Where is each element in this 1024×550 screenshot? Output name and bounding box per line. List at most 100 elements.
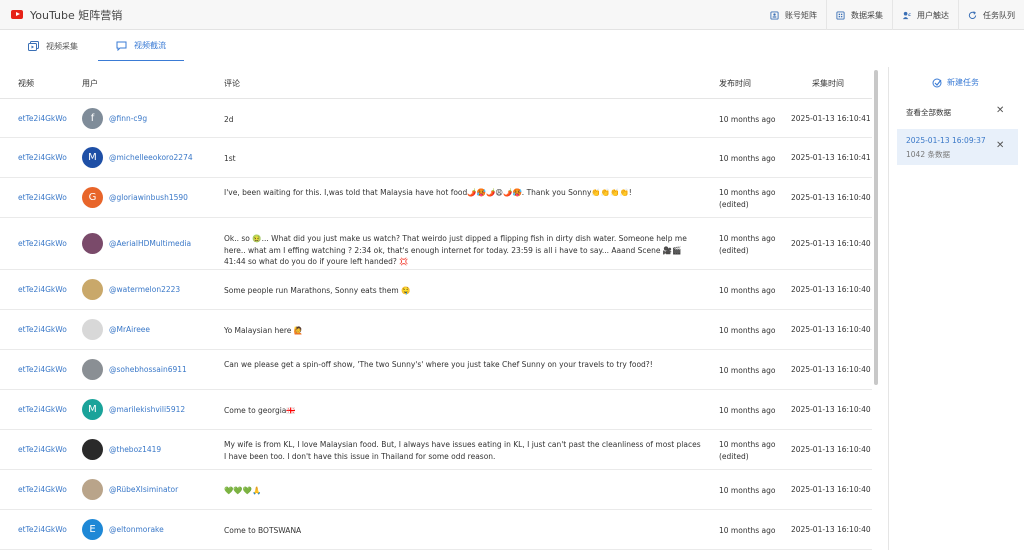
video-id-link[interactable]: etTe2i4GkWo [18,325,67,334]
collected-time: 2025-01-13 16:10:40 [791,239,871,248]
video-id-link[interactable]: etTe2i4GkWo [18,239,67,248]
username-link[interactable]: @eltonmorake [109,525,164,534]
comment-text: Can we please get a spin-off show, 'The … [224,360,653,369]
chat-bubble-icon [116,41,127,51]
collected-time: 2025-01-13 16:10:40 [791,365,871,374]
comment-text: 1st [224,154,236,163]
video-id-link[interactable]: etTe2i4GkWo [18,525,67,534]
video-id-link[interactable]: etTe2i4GkWo [18,445,67,454]
published-text: 10 months ago [719,115,776,124]
avatar [82,279,103,300]
avatar [82,359,103,380]
username-link[interactable]: @finn-c9g [109,114,147,123]
comment-text: I've, been waiting for this. I,was told … [224,188,632,197]
close-icon[interactable]: ✕ [996,105,1004,116]
username-link[interactable]: @theboz1419 [109,445,161,454]
new-task-button[interactable]: 新建任务 [932,77,979,88]
avatar: f [82,108,103,129]
close-icon[interactable]: ✕ [996,140,1004,151]
video-id-link[interactable]: etTe2i4GkWo [18,153,67,162]
table-row[interactable]: etTe2i4GkWo @theboz1419 My wife is from KL… [0,430,872,470]
avatar: G [82,187,103,208]
username-link[interactable]: @gloriawinbush1590 [109,193,188,202]
avatar [82,439,103,460]
table-scrollbar[interactable] [874,70,878,385]
data-collect-icon [836,10,845,20]
collected-time: 2025-01-13 16:10:40 [791,525,871,534]
published-text: 10 months ago [719,326,776,335]
published-time: 10 months ago (edited) [719,233,776,256]
published-text: 10 months ago [719,286,776,295]
video-id-link[interactable]: etTe2i4GkWo [18,285,67,294]
avatar: M [82,399,103,420]
table-row[interactable]: etTe2i4GkWo M @michelleeokoro2274 1st 10 mon… [0,138,872,178]
avatar [82,233,103,254]
username-link[interactable]: @michelleeokoro2274 [109,153,193,162]
username-link[interactable]: @sohebhossain6911 [109,365,187,374]
table-row[interactable]: etTe2i4GkWo @sohebhossain6911 Can we pleas… [0,350,872,390]
published-text: 10 months ago [719,234,776,243]
task-date: 2025-01-13 16:09:37 [906,136,986,145]
collected-time: 2025-01-13 16:10:40 [791,285,871,294]
video-id-link[interactable]: etTe2i4GkWo [18,405,67,414]
header-collected: 采集时间 [812,79,844,88]
table-row[interactable]: etTe2i4GkWo @watermelon2223 Some people ru… [0,270,872,310]
username-link[interactable]: @RübeXIsiminator [109,485,178,494]
edited-label: (edited) [719,199,749,209]
nav-label: 用户触达 [917,10,949,20]
tab-video-collect[interactable]: 视频采集 [28,31,98,61]
video-id-link[interactable]: etTe2i4GkWo [18,114,67,123]
nav-account-matrix[interactable]: 账号矩阵 [761,0,826,30]
table-row[interactable]: etTe2i4GkWo f @finn-c9g 2d 10 months ago 2025… [0,99,872,138]
tab-label: 视频采集 [46,41,78,51]
task-item[interactable]: 2025-01-13 16:09:37 1042 条数据 ✕ [897,129,1018,165]
table-row[interactable]: etTe2i4GkWo M @marilekishvili5912 Come to g… [0,390,872,430]
app-logo: YouTube 矩阵营销 [11,7,122,23]
table-row[interactable]: etTe2i4GkWo @MrAireee Yo Malaysian here 🙋 1… [0,310,872,350]
task-count: 1042 条数据 [906,150,950,159]
video-id-link[interactable]: etTe2i4GkWo [18,365,67,374]
avatar-letter: M [88,404,97,415]
nav-user-reach[interactable]: 用户触达 [892,0,958,30]
table-row[interactable]: etTe2i4GkWo @RübeXIsiminator 💚💚💚🙏 10 months… [0,470,872,510]
new-task-label: 新建任务 [947,78,979,87]
video-id-link[interactable]: etTe2i4GkWo [18,193,67,202]
username-link[interactable]: @watermelon2223 [109,285,180,294]
tab-bar: 视频采集 视频截流 [0,31,888,61]
top-bar: YouTube 矩阵营销 账号矩阵 数据采集 用户触达 任务队列 [0,0,1024,30]
account-matrix-icon [770,10,779,20]
avatar: M [82,147,103,168]
username-link[interactable]: @AerialHDMultimedia [109,239,191,248]
comment-text: Come to BOTSWANA [224,526,302,535]
view-all-data[interactable]: 查看全部数据 [906,107,951,118]
comment-text: Yo Malaysian here 🙋 [224,326,304,335]
published-time: 10 months ago [719,525,776,537]
collected-time: 2025-01-13 16:10:41 [791,114,871,123]
task-queue-icon [968,10,977,19]
table-row[interactable]: etTe2i4GkWo G @gloriawinbush1590 I've, been… [0,178,872,218]
comment-text: My wife is from KL, I love Malaysian foo… [224,440,701,461]
table-row[interactable]: etTe2i4GkWo @AerialHDMultimedia Ok.. so 🤢.… [0,218,872,270]
table-row[interactable]: etTe2i4GkWo E @eltonmorake Come to BOTSWANA… [0,510,872,550]
collected-time: 2025-01-13 16:10:40 [791,193,871,202]
published-time: 10 months ago [719,114,776,126]
published-text: 10 months ago [719,366,776,375]
published-time: 10 months ago [719,365,776,377]
add-task-icon [932,78,942,87]
avatar-letter: f [90,113,95,124]
nav-label: 任务队列 [983,10,1015,20]
published-time: 10 months ago [719,153,776,165]
table-header: 视频 用户 评论 发布时间 采集时间 [0,67,872,99]
avatar-letter: G [88,192,97,203]
header-video: 视频 [18,79,34,88]
comment-text: Come to georgia🇬🇪 [224,406,296,415]
published-time: 10 months ago (edited) [719,439,776,462]
nav-task-queue[interactable]: 任务队列 [958,0,1024,30]
video-id-link[interactable]: etTe2i4GkWo [18,485,67,494]
username-link[interactable]: @MrAireee [109,325,150,334]
tab-label: 视频截流 [134,41,166,50]
nav-data-collect[interactable]: 数据采集 [826,0,892,30]
app-title: YouTube 矩阵营销 [30,8,123,22]
username-link[interactable]: @marilekishvili5912 [109,405,185,414]
tab-video-intercept[interactable]: 视频截流 [98,31,184,61]
